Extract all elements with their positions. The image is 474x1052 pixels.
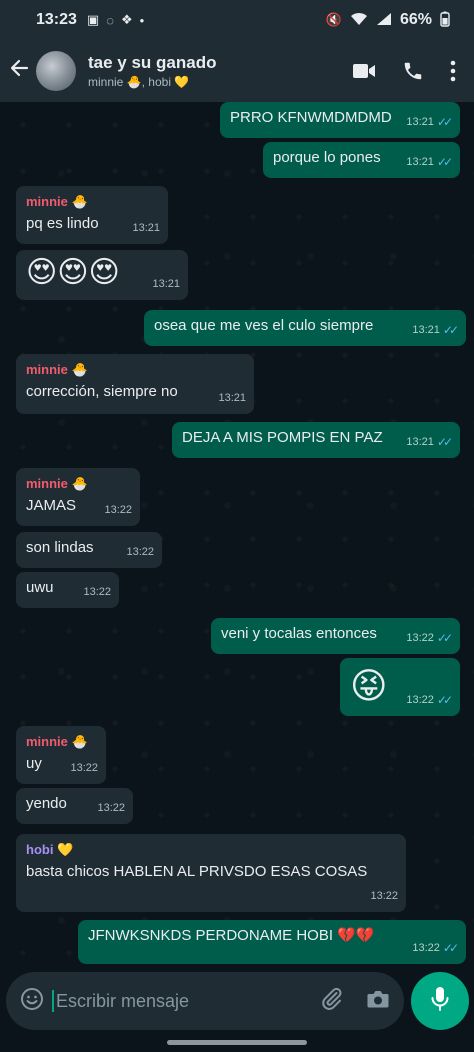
video-call-icon[interactable]: [352, 62, 376, 80]
message-bubble-incoming[interactable]: yendo 13:22: [16, 788, 133, 824]
message-time: 13:22: [412, 942, 440, 954]
message-text: PRRO KFNWMDMDMD: [230, 109, 392, 126]
message-bubble-incoming[interactable]: minnie 🐣 JAMAS 13:22: [16, 468, 140, 526]
attach-icon[interactable]: [320, 987, 344, 1016]
message-text: DEJA A MIS POMPIS EN PAZ: [182, 429, 383, 446]
double-check-icon: ✓✓: [436, 435, 453, 449]
message-bubble-incoming[interactable]: hobi 💛 basta chicos HABLEN AL PRIVSDO ES…: [16, 834, 406, 912]
message-time: 13:22: [83, 586, 111, 598]
message-text: JAMAS: [26, 497, 77, 514]
message-text: porque lo pones: [273, 149, 381, 166]
message-text: veni y tocalas entonces: [221, 625, 377, 642]
message-sender: minnie 🐣: [26, 194, 88, 209]
message-text: basta chicos HABLEN AL PRIVSDO ESAS COSA…: [26, 863, 368, 880]
message-bubble-incoming[interactable]: minnie 🐣 pq es lindo 13:21: [16, 186, 168, 244]
message-time: 13:22: [370, 890, 398, 902]
status-time: 13:23: [36, 11, 77, 28]
message-time: 13:22: [70, 762, 98, 774]
status-notification-icons: ▣ ◌ ❖ •: [87, 12, 144, 28]
message-sender: minnie 🐣: [26, 362, 88, 377]
message-text: 😝: [350, 665, 388, 706]
message-time: 13:22: [406, 694, 434, 706]
message-time: 13:21: [406, 116, 434, 128]
camera-icon[interactable]: [366, 988, 390, 1015]
message-time: 13:22: [126, 546, 154, 558]
message-sender: hobi 💛: [26, 842, 74, 857]
mic-icon: [430, 986, 450, 1017]
message-bubble-outgoing[interactable]: DEJA A MIS POMPIS EN PAZ 13:21 ✓✓: [172, 422, 460, 458]
message-text: uy: [26, 755, 42, 772]
message-text: JFNWKSNKDS PERDONAME HOBI 💔💔: [88, 927, 375, 944]
gesture-nav-handle[interactable]: [167, 1040, 307, 1045]
text-caret: [52, 990, 54, 1012]
message-time: 13:21: [406, 156, 434, 168]
double-check-icon: ✓✓: [436, 115, 453, 129]
message-bubble-outgoing[interactable]: porque lo pones 13:21 ✓✓: [263, 142, 460, 178]
chat-title: tae y su ganado: [88, 53, 217, 72]
message-time: 13:21: [132, 222, 160, 234]
message-bubble-incoming[interactable]: son lindas 13:22: [16, 532, 162, 568]
mic-button[interactable]: [411, 972, 469, 1030]
double-check-icon: ✓✓: [436, 693, 453, 707]
bird-icon: ❖: [120, 12, 133, 27]
whatsapp-icon: ◌: [106, 12, 114, 28]
message-bubble-outgoing[interactable]: 😝 13:22 ✓✓: [340, 658, 460, 716]
message-bubble-outgoing[interactable]: PRRO KFNWMDMDMD 13:21 ✓✓: [220, 102, 460, 138]
battery-icon: [440, 11, 450, 30]
double-check-icon: ✓✓: [436, 631, 453, 645]
message-bubble-outgoing[interactable]: JFNWKSNKDS PERDONAME HOBI 💔💔 13:22 ✓✓: [78, 920, 466, 964]
message-bubble-outgoing[interactable]: osea que me ves el culo siempre 13:21 ✓✓: [144, 310, 466, 346]
message-text: pq es lindo: [26, 215, 99, 232]
group-avatar[interactable]: [36, 51, 76, 91]
message-sender: minnie 🐣: [26, 476, 88, 491]
double-check-icon: ✓✓: [442, 941, 459, 955]
message-text: yendo: [26, 795, 67, 812]
message-bubble-incoming[interactable]: minnie 🐣 corrección, siempre no 13:21: [16, 354, 254, 414]
wifi-icon: [350, 12, 368, 29]
double-check-icon: ✓✓: [442, 323, 459, 337]
message-time: 13:22: [406, 632, 434, 644]
signal-icon: [376, 12, 392, 29]
double-check-icon: ✓✓: [436, 155, 453, 169]
message-text: son lindas: [26, 539, 94, 556]
chat-header: tae y su ganado minnie 🐣, hobi 💛: [0, 40, 474, 102]
status-bar: 13:23 ▣ ◌ ❖ • 🔇 66%: [0, 0, 474, 40]
message-bubble-incoming[interactable]: 😍😍😍 13:21: [16, 250, 188, 300]
message-input[interactable]: Escribir mensaje: [56, 991, 320, 1012]
message-time: 13:21: [152, 278, 180, 290]
dot-icon: •: [139, 12, 145, 28]
more-vert-icon[interactable]: [450, 60, 456, 82]
arrow-back-icon[interactable]: [2, 57, 36, 85]
message-text: 😍😍😍: [26, 256, 120, 289]
message-sender: minnie 🐣: [26, 734, 88, 749]
gallery-icon: ▣: [86, 12, 100, 27]
message-bubble-outgoing[interactable]: veni y tocalas entonces 13:22 ✓✓: [211, 618, 460, 654]
chat-members: minnie 🐣, hobi 💛: [88, 75, 190, 89]
message-composer: Escribir mensaje: [6, 972, 404, 1030]
message-text: osea que me ves el culo siempre: [154, 317, 374, 334]
battery-percent: 66%: [399, 11, 432, 28]
message-time: 13:21: [406, 436, 434, 448]
message-time: 13:21: [218, 392, 246, 404]
message-bubble-incoming[interactable]: uwu 13:22: [16, 572, 119, 608]
mute-icon: 🔇: [325, 12, 342, 27]
message-time: 13:21: [412, 324, 440, 336]
message-text: corrección, siempre no: [26, 383, 178, 400]
chat-title-block[interactable]: tae y su ganado minnie 🐣, hobi 💛: [88, 53, 216, 89]
message-time: 13:22: [104, 504, 132, 516]
phone-icon[interactable]: [402, 60, 424, 82]
message-list[interactable]: PRRO KFNWMDMDMD 13:21 ✓✓ porque lo pones …: [0, 102, 474, 972]
message-bubble-incoming[interactable]: minnie 🐣 uy 13:22: [16, 726, 106, 784]
emoji-icon[interactable]: [20, 987, 44, 1016]
message-time: 13:22: [97, 802, 125, 814]
message-text: uwu: [26, 579, 54, 596]
